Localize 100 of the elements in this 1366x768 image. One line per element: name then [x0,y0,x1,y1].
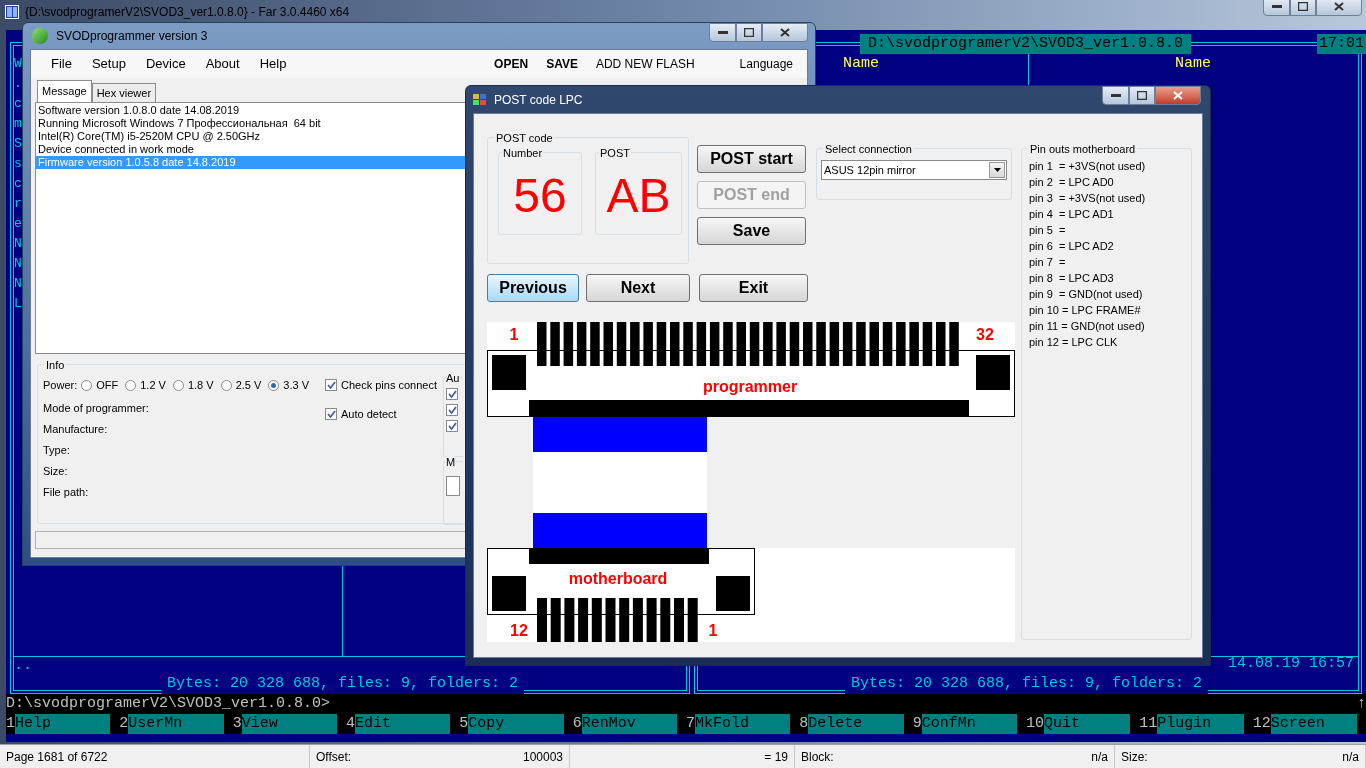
file-name: m [14,115,23,133]
connector-label: motherboard [568,570,668,587]
key-number: 9 [912,714,922,734]
window-title: POST code LPC [494,91,583,109]
key-label[interactable]: UserMn [128,714,224,734]
key-label[interactable]: MkFold [695,714,791,734]
key-label[interactable]: Quit [1044,714,1131,734]
file-name: c [14,95,23,113]
pin-number: 1 [708,622,718,639]
panel-totals: Bytes: 20 328 688, files: 9, folders: 2 [845,674,1209,694]
close-button[interactable] [762,23,808,42]
file-name: N [14,235,23,253]
close-button[interactable] [1316,0,1362,16]
connector-label: programmer [702,378,798,395]
checkbox[interactable] [446,420,458,432]
pin-description: pin 4 = LPC AD1 [1029,207,1115,222]
radio-button[interactable] [172,379,184,391]
menu-item[interactable]: About [195,54,250,74]
field-label: Mode of programmer: [43,401,150,415]
message-row[interactable]: Software version 1.0.8.0 date 14.08.2019 [36,104,466,117]
column-header: Name [843,54,879,74]
close-button[interactable] [1155,86,1201,105]
message-row[interactable]: Intel(R) Core(TM) i5-2520M CPU @ 2.50GHz [36,130,466,143]
maximize-button[interactable] [1290,0,1316,16]
key-number: 1 [6,714,15,734]
radio-button[interactable] [125,379,137,391]
close-icon [780,28,790,37]
maximize-icon [744,28,754,37]
key-number: 12 [1252,714,1271,734]
tab[interactable]: Message [37,80,92,102]
key-label[interactable]: Delete [808,714,904,734]
button[interactable]: POST start [697,145,806,173]
post-number: 56 [513,171,567,220]
key-number: 2 [119,714,129,734]
checkbox[interactable] [325,407,337,420]
close-icon [1334,2,1344,11]
pin-number: 1 [509,326,519,343]
key-label[interactable]: Help [15,714,111,734]
maximize-button[interactable] [1129,86,1155,105]
menu-item[interactable]: Device [135,54,196,74]
file-name: L [14,295,23,313]
menu-item[interactable]: ADD NEW FLASH [586,55,704,73]
key-number: 11 [1139,714,1158,734]
close-icon [1173,91,1183,100]
menu-item[interactable]: File [41,54,82,74]
menu-item[interactable]: Language [735,55,797,73]
checkbox[interactable] [325,379,337,392]
radio-button[interactable] [268,379,280,391]
radio-button[interactable] [81,379,93,391]
maximize-button[interactable] [736,23,762,42]
status-value: n/a [1342,748,1359,766]
key-label[interactable]: ConfMn [921,714,1017,734]
menu-item[interactable]: OPEN [485,55,538,73]
pin-description: pin 2 = LPC AD0 [1029,175,1115,190]
pin-description: pin 10 = LPC FRAME# [1029,303,1142,318]
key-label[interactable]: Plugin [1157,714,1244,734]
button[interactable]: Next [586,274,690,302]
minimize-icon [1110,93,1121,98]
key-label[interactable]: Screen [1270,714,1357,734]
minimize-button[interactable] [709,23,736,42]
field-label: Size: [43,464,69,478]
checkbox-label: Auto detect [341,406,397,422]
window-title: {D:\svodprogramerV2\SVOD3_ver1.0.8.0} - Far 3.0.4460 x64 [25,4,350,21]
maximize-icon [1137,91,1147,100]
minimize-icon [1271,4,1282,9]
key-label[interactable]: RenMov [581,714,677,734]
radio-button[interactable] [220,379,232,391]
checkbox[interactable] [446,388,458,400]
window-title: SVODprogrammer version 3 [56,28,208,45]
message-row[interactable]: Running Microsoft Windows 7 Профессиональная 64 bit [36,117,466,130]
pin-number: 12 [510,622,528,639]
input-field[interactable] [446,476,460,496]
panel-path: D:\svodprogramerV2\SVOD3_ver1.0.8.0 [860,34,1192,54]
key-label[interactable]: Edit [355,714,451,734]
connection-dropdown[interactable]: ASUS 12pin mirror [821,160,1007,180]
checkbox[interactable] [446,404,458,416]
radio-label: 1.8 V [187,378,214,393]
button[interactable]: Save [697,217,806,245]
checkbox-label: Check pins connect [341,378,437,393]
command-line[interactable]: D:\svodprogramerV2\SVOD3_ver1.0.8.0> [6,694,331,714]
minimize-button[interactable] [1102,86,1129,105]
status-label: Block: [801,748,834,766]
app-icon [473,94,486,105]
menu-item[interactable]: Setup [81,54,136,74]
button[interactable]: Exit [699,274,808,302]
key-label[interactable]: View [241,714,337,734]
button[interactable]: Previous [487,274,579,302]
pin-description: pin 5 = [1029,223,1067,238]
tab[interactable]: Hex viewer [91,83,157,102]
status-value: = 19 [764,748,788,766]
key-number: 4 [346,714,355,734]
menu-item[interactable]: Help [249,54,297,74]
minimize-icon [717,30,728,35]
key-label[interactable]: Copy [468,714,564,734]
file-name: e [14,215,23,233]
message-row[interactable]: Device connected in work mode [36,143,466,156]
status-label: Page 1681 of 6722 [6,748,108,766]
minimize-button[interactable] [1263,0,1290,16]
pin-description: pin 3 = +3VS(not used) [1029,191,1147,206]
menu-item[interactable]: SAVE [537,55,587,73]
